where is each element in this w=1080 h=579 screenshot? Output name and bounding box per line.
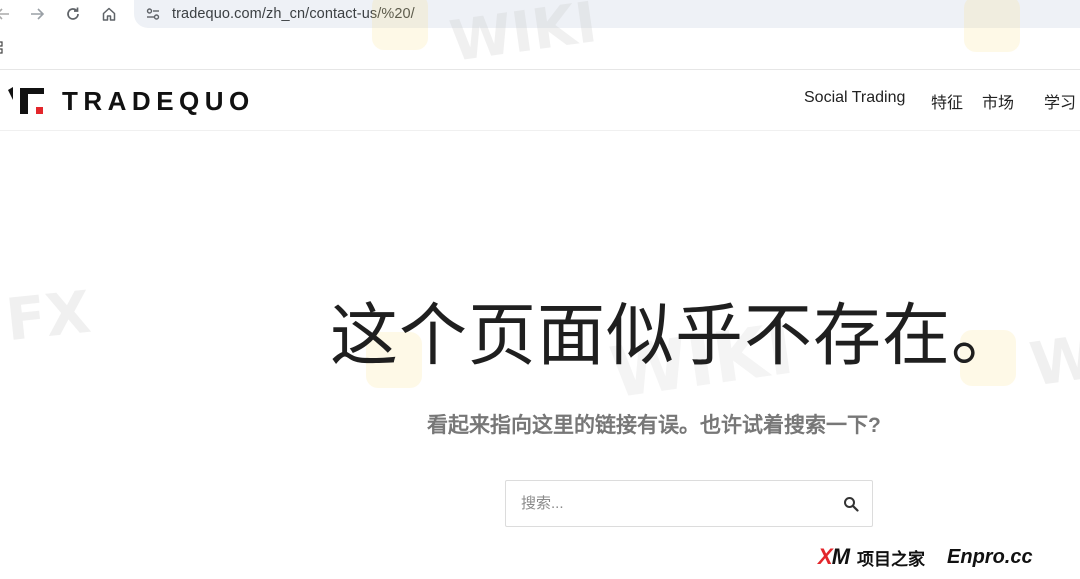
apps-grid-icon[interactable]: [0, 41, 7, 55]
source-badge: XM 项目之家 Enpro.cc: [818, 543, 1033, 571]
nav-features[interactable]: 特征: [931, 89, 963, 113]
forward-arrow-icon[interactable]: [26, 3, 48, 25]
reload-icon[interactable]: [62, 3, 84, 25]
watermark-wiki: WIKI: [1025, 309, 1080, 401]
address-bar[interactable]: tradequo.com/zh_cn/contact-us/%20/: [134, 0, 1080, 28]
back-arrow-icon[interactable]: [0, 3, 14, 25]
home-icon[interactable]: [98, 3, 120, 25]
watermark-fx: FX: [2, 277, 94, 355]
badge-brand-name: 项目之家: [857, 549, 926, 569]
browser-toolbar: tradequo.com/zh_cn/contact-us/%20/: [0, 0, 1080, 70]
search-form: [505, 480, 873, 527]
search-icon[interactable]: [842, 495, 860, 513]
site-info-icon[interactable]: [144, 5, 162, 23]
nav-learn[interactable]: 学习: [1044, 89, 1076, 113]
logo-wordmark[interactable]: TRADEQUO: [62, 86, 255, 117]
nav-social-trading[interactable]: Social Trading: [804, 89, 905, 107]
page-subtitle: 看起来指向这里的链接有误。也许试着搜索一下?: [427, 414, 881, 437]
nav-markets[interactable]: 市场: [982, 89, 1014, 113]
xm-logo: XM: [818, 544, 850, 569]
url-text[interactable]: tradequo.com/zh_cn/contact-us/%20/: [172, 6, 415, 22]
badge-site-name: Enpro.cc: [947, 545, 1033, 568]
site-header: TRADEQUO Social Trading 特征 市场 学习: [0, 70, 1080, 131]
tradequo-logo-icon[interactable]: [6, 84, 48, 116]
page-title: 这个页面似乎不存在。: [330, 298, 1021, 374]
search-input[interactable]: [506, 481, 826, 526]
